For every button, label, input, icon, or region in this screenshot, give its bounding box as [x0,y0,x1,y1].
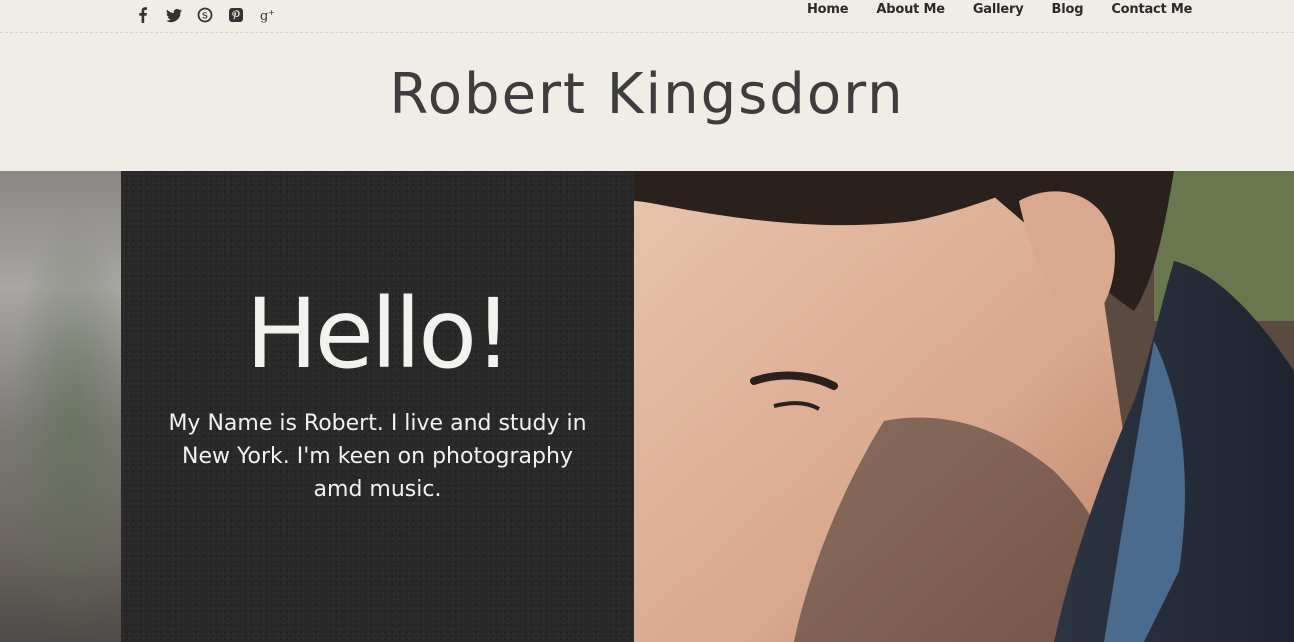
skype-icon[interactable] [189,4,220,24]
hero-intro: My Name is Robert. I live and study in N… [168,411,587,502]
main-nav: Home About Me Gallery Blog Contact Me [793,0,1192,20]
portrait-illustration [634,171,1294,642]
social-links: g + [127,4,282,24]
hero-greeting: Hello! [245,278,513,390]
pinterest-icon[interactable] [220,4,251,24]
facebook-icon[interactable] [127,4,158,24]
site-title[interactable]: Robert Kingsdorn [0,62,1294,127]
google-plus-icon[interactable]: g + [251,4,282,24]
svg-text:+: + [268,8,275,17]
twitter-icon[interactable] [158,4,189,24]
top-bar: g + Home About Me Gallery Blog Contact Me [0,0,1294,33]
nav-gallery[interactable]: Gallery [959,0,1038,20]
nav-blog[interactable]: Blog [1038,0,1098,20]
masthead: Robert Kingsdorn [0,34,1294,171]
nav-about[interactable]: About Me [862,0,958,20]
portrait-photo [634,171,1294,642]
hero-section: Hello! My Name is Robert. I live and stu… [0,171,1294,642]
nav-home[interactable]: Home [793,0,862,20]
nav-contact[interactable]: Contact Me [1097,0,1192,20]
hero-background-blur [0,171,121,642]
chalkboard-panel: Hello! My Name is Robert. I live and stu… [121,171,634,642]
